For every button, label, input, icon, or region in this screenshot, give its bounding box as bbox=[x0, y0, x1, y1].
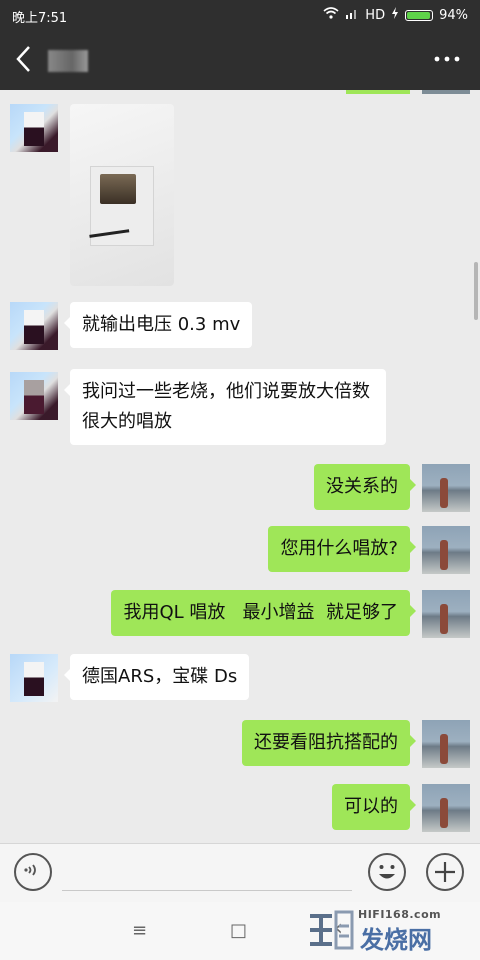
status-bar: 晚上7:51 HD 94% bbox=[0, 0, 480, 30]
image-message[interactable] bbox=[70, 104, 174, 286]
battery-fill bbox=[407, 11, 431, 19]
contact-avatar[interactable] bbox=[10, 654, 58, 702]
message-input[interactable] bbox=[62, 890, 352, 891]
message-bubble-incoming[interactable]: 就输出电压 0.3 mv bbox=[63, 302, 253, 348]
photo-cartridge bbox=[100, 174, 136, 204]
message-bubble-outgoing[interactable]: 您用什么唱放? bbox=[268, 526, 416, 572]
battery-icon bbox=[405, 9, 434, 21]
chevron-left-icon[interactable] bbox=[14, 44, 34, 79]
signal-icon bbox=[345, 7, 359, 23]
chat-scrollbar[interactable] bbox=[474, 262, 478, 320]
watermark-logo-icon bbox=[310, 910, 354, 950]
message-bubble-outgoing[interactable]: 我用QL 唱放 最小增益 就足够了 bbox=[111, 590, 416, 636]
message-bubble-incoming[interactable]: 德国ARS，宝碟 Ds bbox=[63, 654, 250, 700]
watermark-name: 发烧网 bbox=[360, 926, 432, 954]
my-avatar[interactable] bbox=[422, 526, 470, 574]
site-watermark: HIFI168.com 发烧网 bbox=[306, 906, 466, 954]
previous-avatar-edge bbox=[422, 90, 470, 94]
message-bubble-outgoing[interactable]: 可以的 bbox=[332, 784, 416, 830]
message-bubble-outgoing[interactable]: 没关系的 bbox=[314, 464, 416, 510]
emoji-icon[interactable] bbox=[368, 853, 406, 891]
wifi-icon bbox=[323, 7, 339, 23]
chat-header bbox=[0, 30, 480, 90]
my-avatar[interactable] bbox=[422, 784, 470, 832]
chat-area[interactable]: 就输出电压 0.3 mv 我问过一些老烧，他们说要放大倍数很大的唱放 没关系的 … bbox=[0, 90, 480, 842]
input-bar bbox=[0, 843, 480, 902]
contact-name-blurred bbox=[48, 50, 88, 72]
my-avatar[interactable] bbox=[422, 720, 470, 768]
my-avatar[interactable] bbox=[422, 464, 470, 512]
contact-avatar[interactable] bbox=[10, 104, 58, 152]
my-avatar[interactable] bbox=[422, 590, 470, 638]
menu-nav-button[interactable]: ≡ bbox=[132, 920, 147, 941]
contact-avatar[interactable] bbox=[10, 372, 58, 420]
battery-percent: 94% bbox=[439, 7, 468, 23]
previous-bubble-edge bbox=[346, 90, 410, 94]
status-time: 晚上7:51 bbox=[12, 11, 68, 26]
message-bubble-incoming[interactable]: 我问过一些老烧，他们说要放大倍数很大的唱放 bbox=[64, 369, 386, 445]
network-type: HD bbox=[365, 7, 386, 23]
charging-icon bbox=[391, 7, 399, 23]
voice-icon[interactable] bbox=[14, 853, 52, 891]
more-dots-icon[interactable] bbox=[434, 44, 460, 80]
status-right: HD 94% bbox=[323, 7, 468, 23]
contact-avatar[interactable] bbox=[10, 302, 58, 350]
home-nav-button[interactable]: □ bbox=[230, 920, 247, 941]
message-bubble-outgoing[interactable]: 还要看阻抗搭配的 bbox=[242, 720, 416, 766]
plus-icon[interactable] bbox=[426, 853, 464, 891]
